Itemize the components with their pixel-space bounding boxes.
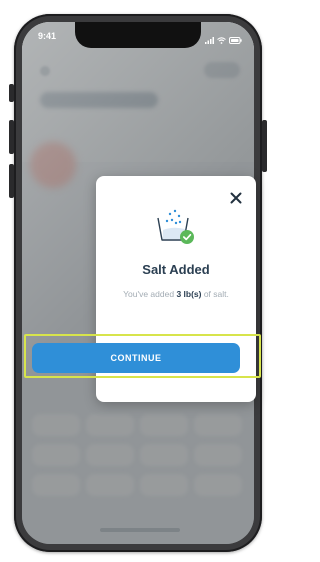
phone-mute-switch <box>9 84 14 102</box>
status-time: 9:41 <box>38 31 57 41</box>
message-amount: 3 lb(s) <box>176 289 202 299</box>
wifi-icon <box>217 31 226 49</box>
close-icon[interactable] <box>228 190 244 206</box>
modal-message: You've added 3 lb(s) of salt. <box>96 289 256 299</box>
phone-notch <box>75 22 201 48</box>
continue-button[interactable]: CONTINUE <box>32 343 240 373</box>
message-suffix: of salt. <box>201 289 229 299</box>
phone-volume-up <box>9 120 14 154</box>
signal-icon <box>205 31 214 49</box>
status-icons <box>205 31 242 49</box>
message-prefix: You've added <box>123 289 177 299</box>
phone-power-button <box>262 120 267 172</box>
modal-title: Salt Added <box>142 262 210 277</box>
phone-volume-down <box>9 164 14 198</box>
salt-bin-check-icon <box>154 206 198 246</box>
battery-icon <box>229 31 242 49</box>
